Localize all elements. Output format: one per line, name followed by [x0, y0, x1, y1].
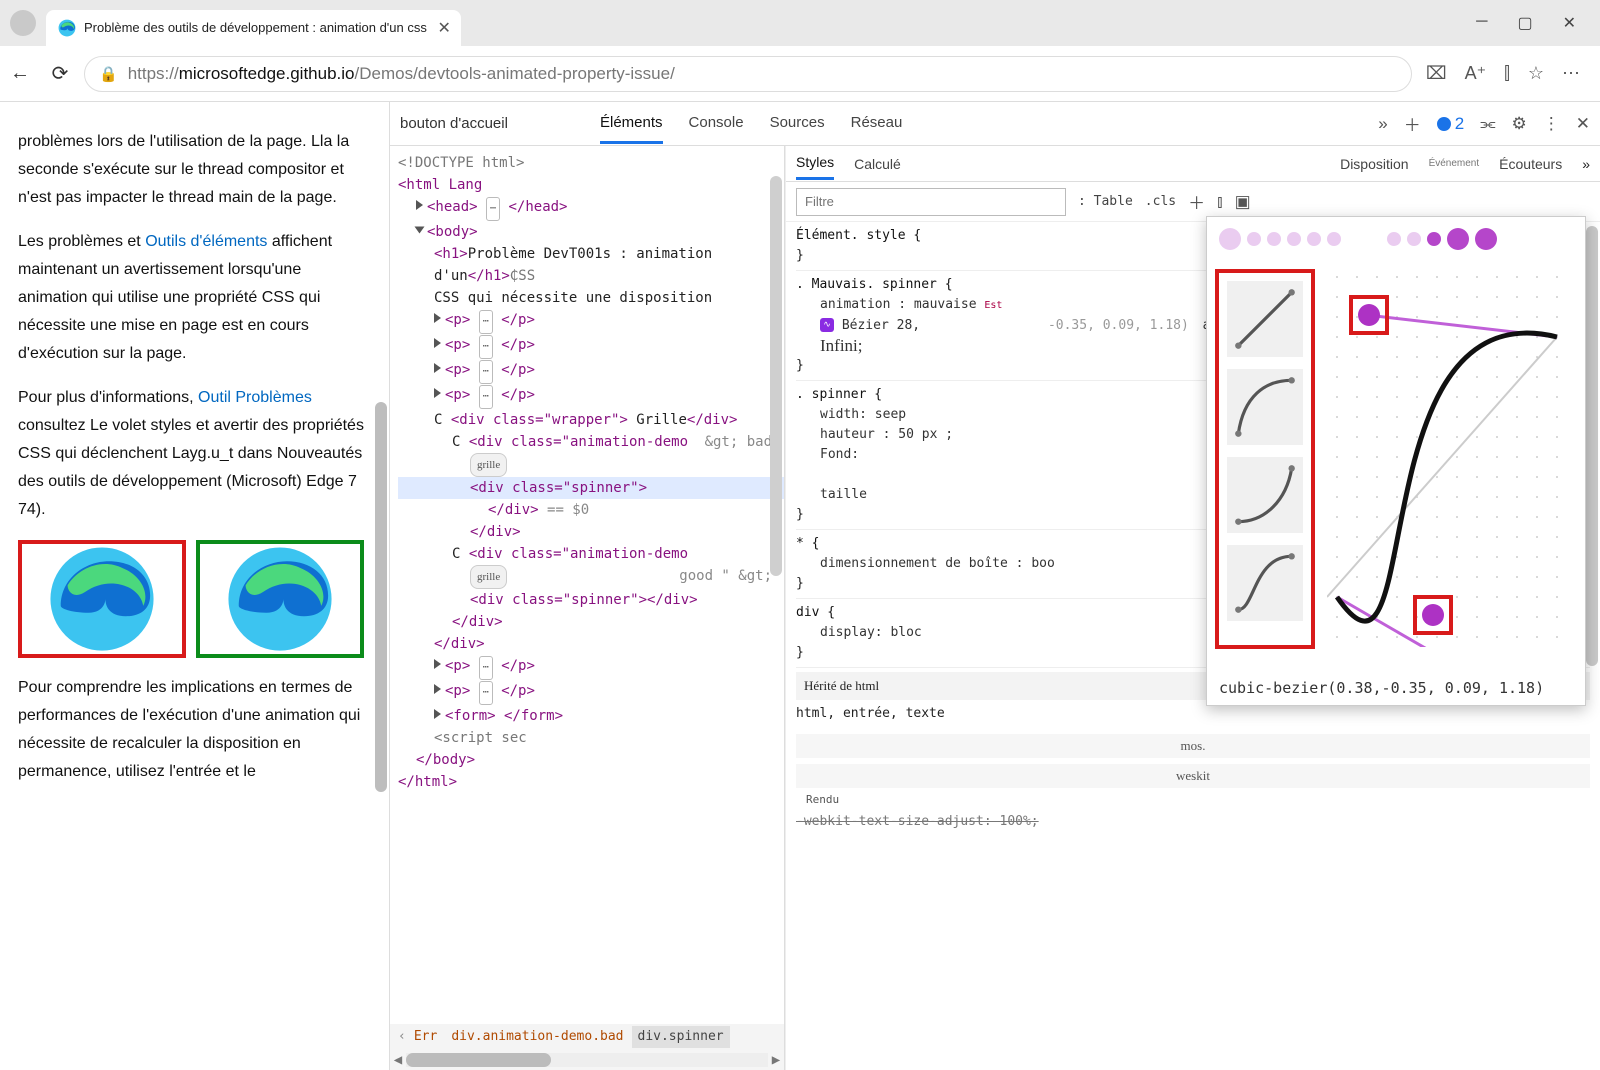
inspect-target-label: bouton d'accueil: [400, 115, 600, 132]
tab-close-icon[interactable]: ✕: [437, 18, 450, 38]
styles-add-rule-icon[interactable]: ＋: [1188, 189, 1205, 214]
kiosk-icon[interactable]: ⌧: [1426, 63, 1447, 84]
bezier-preview-dots: [1219, 227, 1573, 251]
styles-brush-icon[interactable]: ⫾: [1217, 192, 1222, 212]
bezier-preset-easeout[interactable]: [1227, 369, 1303, 445]
bad-spinner-demo: [18, 540, 186, 658]
styles-tab-layout[interactable]: Disposition: [1340, 149, 1408, 179]
styles-tab-event[interactable]: Événement: [1429, 158, 1480, 169]
window-titlebar: Problème des outils de développement : a…: [0, 0, 1600, 46]
styles-scrollbar[interactable]: [1586, 226, 1598, 666]
edge-icon: [58, 19, 76, 37]
lock-icon: 🔒: [99, 65, 118, 83]
refresh-button[interactable]: ⟳: [40, 61, 80, 86]
page-scrollbar[interactable]: [375, 402, 387, 792]
dom-hscroll[interactable]: ◀▶: [390, 1050, 784, 1070]
url-text: https://microsoftedge.github.io/Demos/de…: [128, 64, 675, 84]
tab-elements[interactable]: Éléments: [600, 104, 663, 144]
page-text: Les problèmes et Outils d'éléments affic…: [18, 228, 373, 368]
page-text: Pour plus d'informations, Outil Problème…: [18, 384, 373, 524]
styles-computed-panel-icon[interactable]: ▣: [1235, 192, 1251, 212]
more-icon[interactable]: ⋯: [1562, 63, 1580, 84]
window-maximize[interactable]: ▢: [1517, 13, 1532, 33]
page-text: problèmes lors de l'utilisation de la pa…: [18, 128, 373, 212]
window-minimize[interactable]: ─: [1476, 13, 1487, 33]
settings-icon[interactable]: ⚙: [1512, 114, 1527, 134]
styles-filter-input[interactable]: [796, 188, 1066, 216]
kebab-icon[interactable]: ⋮: [1543, 114, 1560, 134]
dom-breadcrumb[interactable]: ‹ Err div.animation-demo.bad div.spinner: [390, 1024, 784, 1050]
edge-logo-bad: [47, 544, 157, 654]
bezier-caption: cubic-bezier(0.38,-0.35, 0.09, 1.18): [1219, 679, 1544, 697]
bezier-preset-easein[interactable]: [1227, 457, 1303, 533]
styles-tab-listeners[interactable]: Écouteurs: [1499, 149, 1562, 179]
good-spinner-demo: [196, 540, 364, 658]
page-text: Pour comprendre les implications en term…: [18, 674, 373, 786]
styles-panel: Styles Calculé Disposition Événement Éco…: [785, 146, 1600, 1070]
tab-title: Problème des outils de développement : a…: [84, 20, 427, 35]
styles-cls-toggle[interactable]: .cls: [1145, 194, 1176, 209]
extensions-icon[interactable]: ⫘: [1480, 114, 1495, 134]
close-devtools-icon[interactable]: ✕: [1576, 114, 1590, 134]
back-button[interactable]: ←: [0, 62, 40, 85]
url-field[interactable]: 🔒 https://microsoftedge.github.io/Demos/…: [84, 56, 1412, 92]
dom-vscroll[interactable]: [770, 176, 782, 576]
address-bar: ← ⟳ 🔒 https://microsoftedge.github.io/De…: [0, 46, 1600, 102]
window-close[interactable]: ✕: [1563, 13, 1576, 33]
bezier-preset-ease[interactable]: [1227, 545, 1303, 621]
page-content: problèmes lors de l'utilisation de la pa…: [0, 102, 390, 1070]
profile-avatar[interactable]: [10, 10, 36, 36]
styles-tabs-overflow-icon[interactable]: »: [1582, 156, 1590, 172]
tab-console[interactable]: Console: [689, 104, 744, 144]
edge-logo-good: [225, 544, 335, 654]
tabs-overflow-icon[interactable]: »: [1378, 114, 1387, 134]
bezier-editor-popover[interactable]: cubic-bezier(0.38,-0.35, 0.09, 1.18): [1206, 216, 1586, 706]
favorite-icon[interactable]: ☆: [1528, 63, 1544, 84]
bezier-presets[interactable]: [1215, 269, 1315, 649]
styles-tab-computed[interactable]: Calculé: [854, 149, 901, 179]
styles-tab-styles[interactable]: Styles: [796, 147, 834, 180]
window-controls: ─ ▢ ✕: [1452, 13, 1600, 33]
tab-sources[interactable]: Sources: [770, 104, 825, 144]
dom-line: <html Lang: [398, 177, 482, 193]
bezier-handle-p2[interactable]: [1349, 295, 1389, 335]
issues-badge[interactable]: 2: [1437, 114, 1464, 134]
add-tab-icon[interactable]: ＋: [1404, 111, 1421, 136]
devtools-panel: bouton d'accueil Éléments Console Source…: [390, 102, 1600, 1070]
browser-tab-active[interactable]: Problème des outils de développement : a…: [46, 10, 461, 46]
dom-selected-node[interactable]: <div class="spinner">: [398, 477, 784, 499]
dom-tree[interactable]: <!DOCTYPE html> <html Lang <head> ⋯ </he…: [390, 146, 785, 1070]
reader-icon[interactable]: ⫿: [1504, 63, 1510, 84]
read-aloud-icon[interactable]: A⁺: [1465, 63, 1487, 84]
styles-pseudo-toggle[interactable]: : Table: [1078, 194, 1133, 209]
bezier-handle-p1[interactable]: [1413, 595, 1453, 635]
link-elements-tool[interactable]: Outils d'éléments: [145, 233, 267, 250]
link-issues-tool[interactable]: Outil Problèmes: [198, 389, 312, 406]
dom-line: <!DOCTYPE html>: [398, 152, 784, 174]
tab-network[interactable]: Réseau: [851, 104, 903, 144]
bezier-curve-canvas[interactable]: [1327, 267, 1567, 647]
bezier-preset-linearish[interactable]: [1227, 281, 1303, 357]
